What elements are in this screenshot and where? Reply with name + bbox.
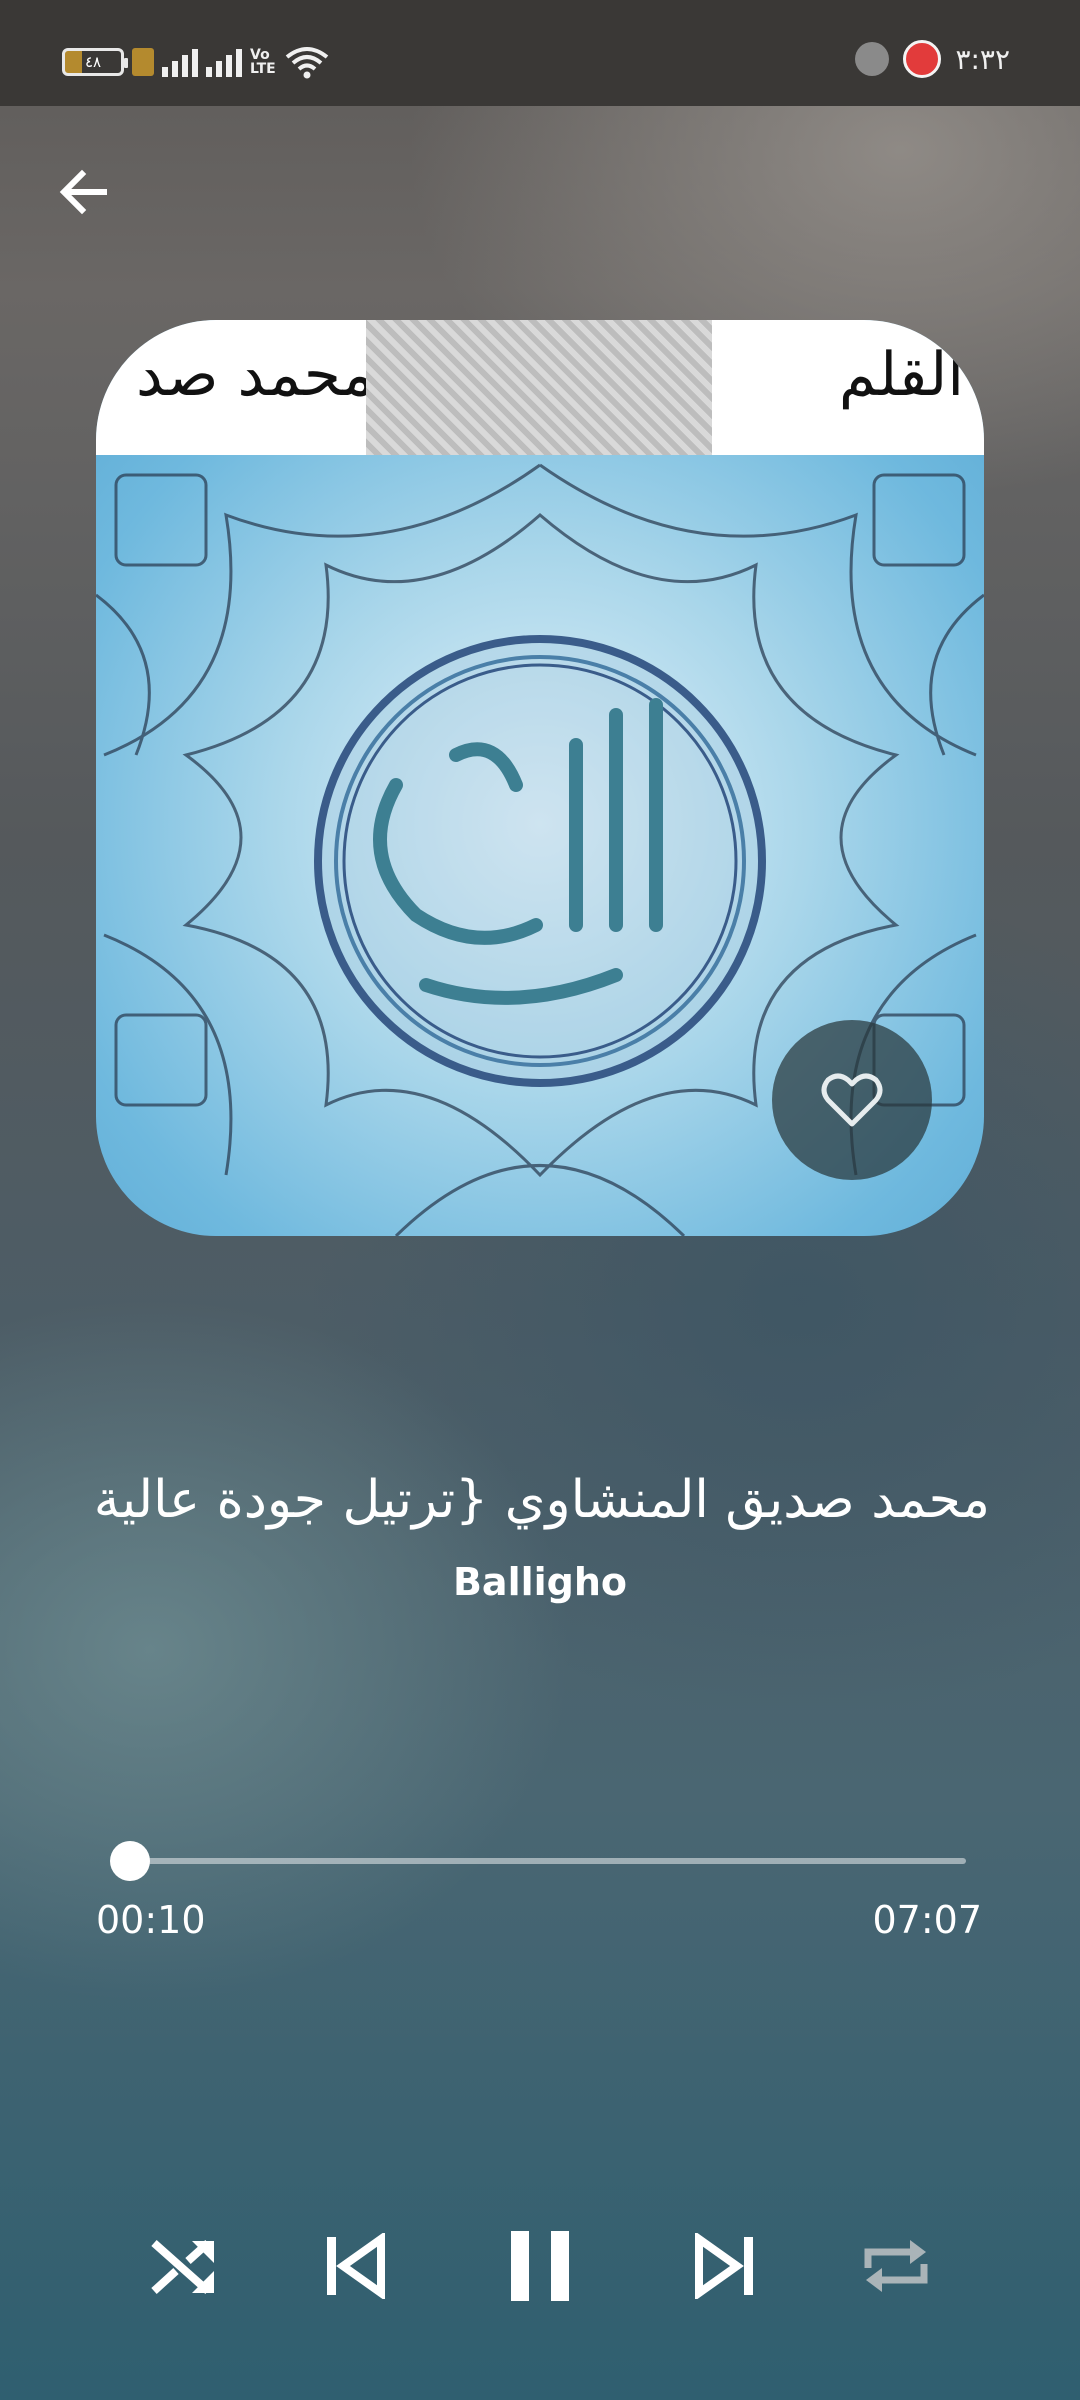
clock: ٣:٣٢ [955,42,1010,76]
pause-icon [511,2231,569,2301]
repeat-button[interactable] [856,2226,936,2306]
seek-thumb[interactable] [110,1841,150,1881]
wifi-icon [284,45,330,79]
banner-text-left: محمد صد [136,340,375,410]
battery-icon: ٤٨ [62,48,128,76]
status-bar-left: ٤٨ Vo LTE [62,44,330,80]
track-artist: Balligho [452,1560,628,1604]
skip-previous-icon [327,2233,385,2299]
notification-app-icon [903,40,942,78]
play-pause-button[interactable] [500,2226,580,2306]
total-time: 07:07 [872,1898,982,1942]
shuffle-button[interactable] [144,2226,224,2306]
status-bar-right: ٣:٣٢ [855,40,1010,78]
signal-strength-icon [162,47,198,77]
banner-text-right: القلم [838,340,964,410]
heart-outline-icon [821,1073,883,1127]
seek-bar[interactable] [110,1841,966,1881]
battery-level: ٤٨ [84,53,102,71]
banner-ornament [366,320,712,455]
next-button[interactable] [684,2226,764,2306]
favorite-button[interactable] [772,1020,932,1180]
back-button[interactable] [52,160,116,224]
status-bar: ٤٨ Vo LTE ٣:٣٢ [0,0,1080,106]
shuffle-icon [151,2240,214,2294]
signal-strength-icon-2 [206,47,242,77]
sim-card-icon [132,48,154,76]
volte-indicator: Vo LTE [250,47,276,77]
track-title: محمد صديق المنشاوي {ترتيل جودة عالية} [90,1470,990,1530]
album-art: محمد صد القلم [96,320,984,1236]
skip-next-icon [695,2233,753,2299]
notification-icon [855,42,890,76]
album-art-banner: محمد صد القلم [96,320,984,455]
previous-button[interactable] [316,2226,396,2306]
arrow-left-icon [59,169,107,215]
seek-track [130,1858,966,1864]
elapsed-time: 00:10 [96,1898,206,1942]
repeat-icon [864,2240,928,2292]
